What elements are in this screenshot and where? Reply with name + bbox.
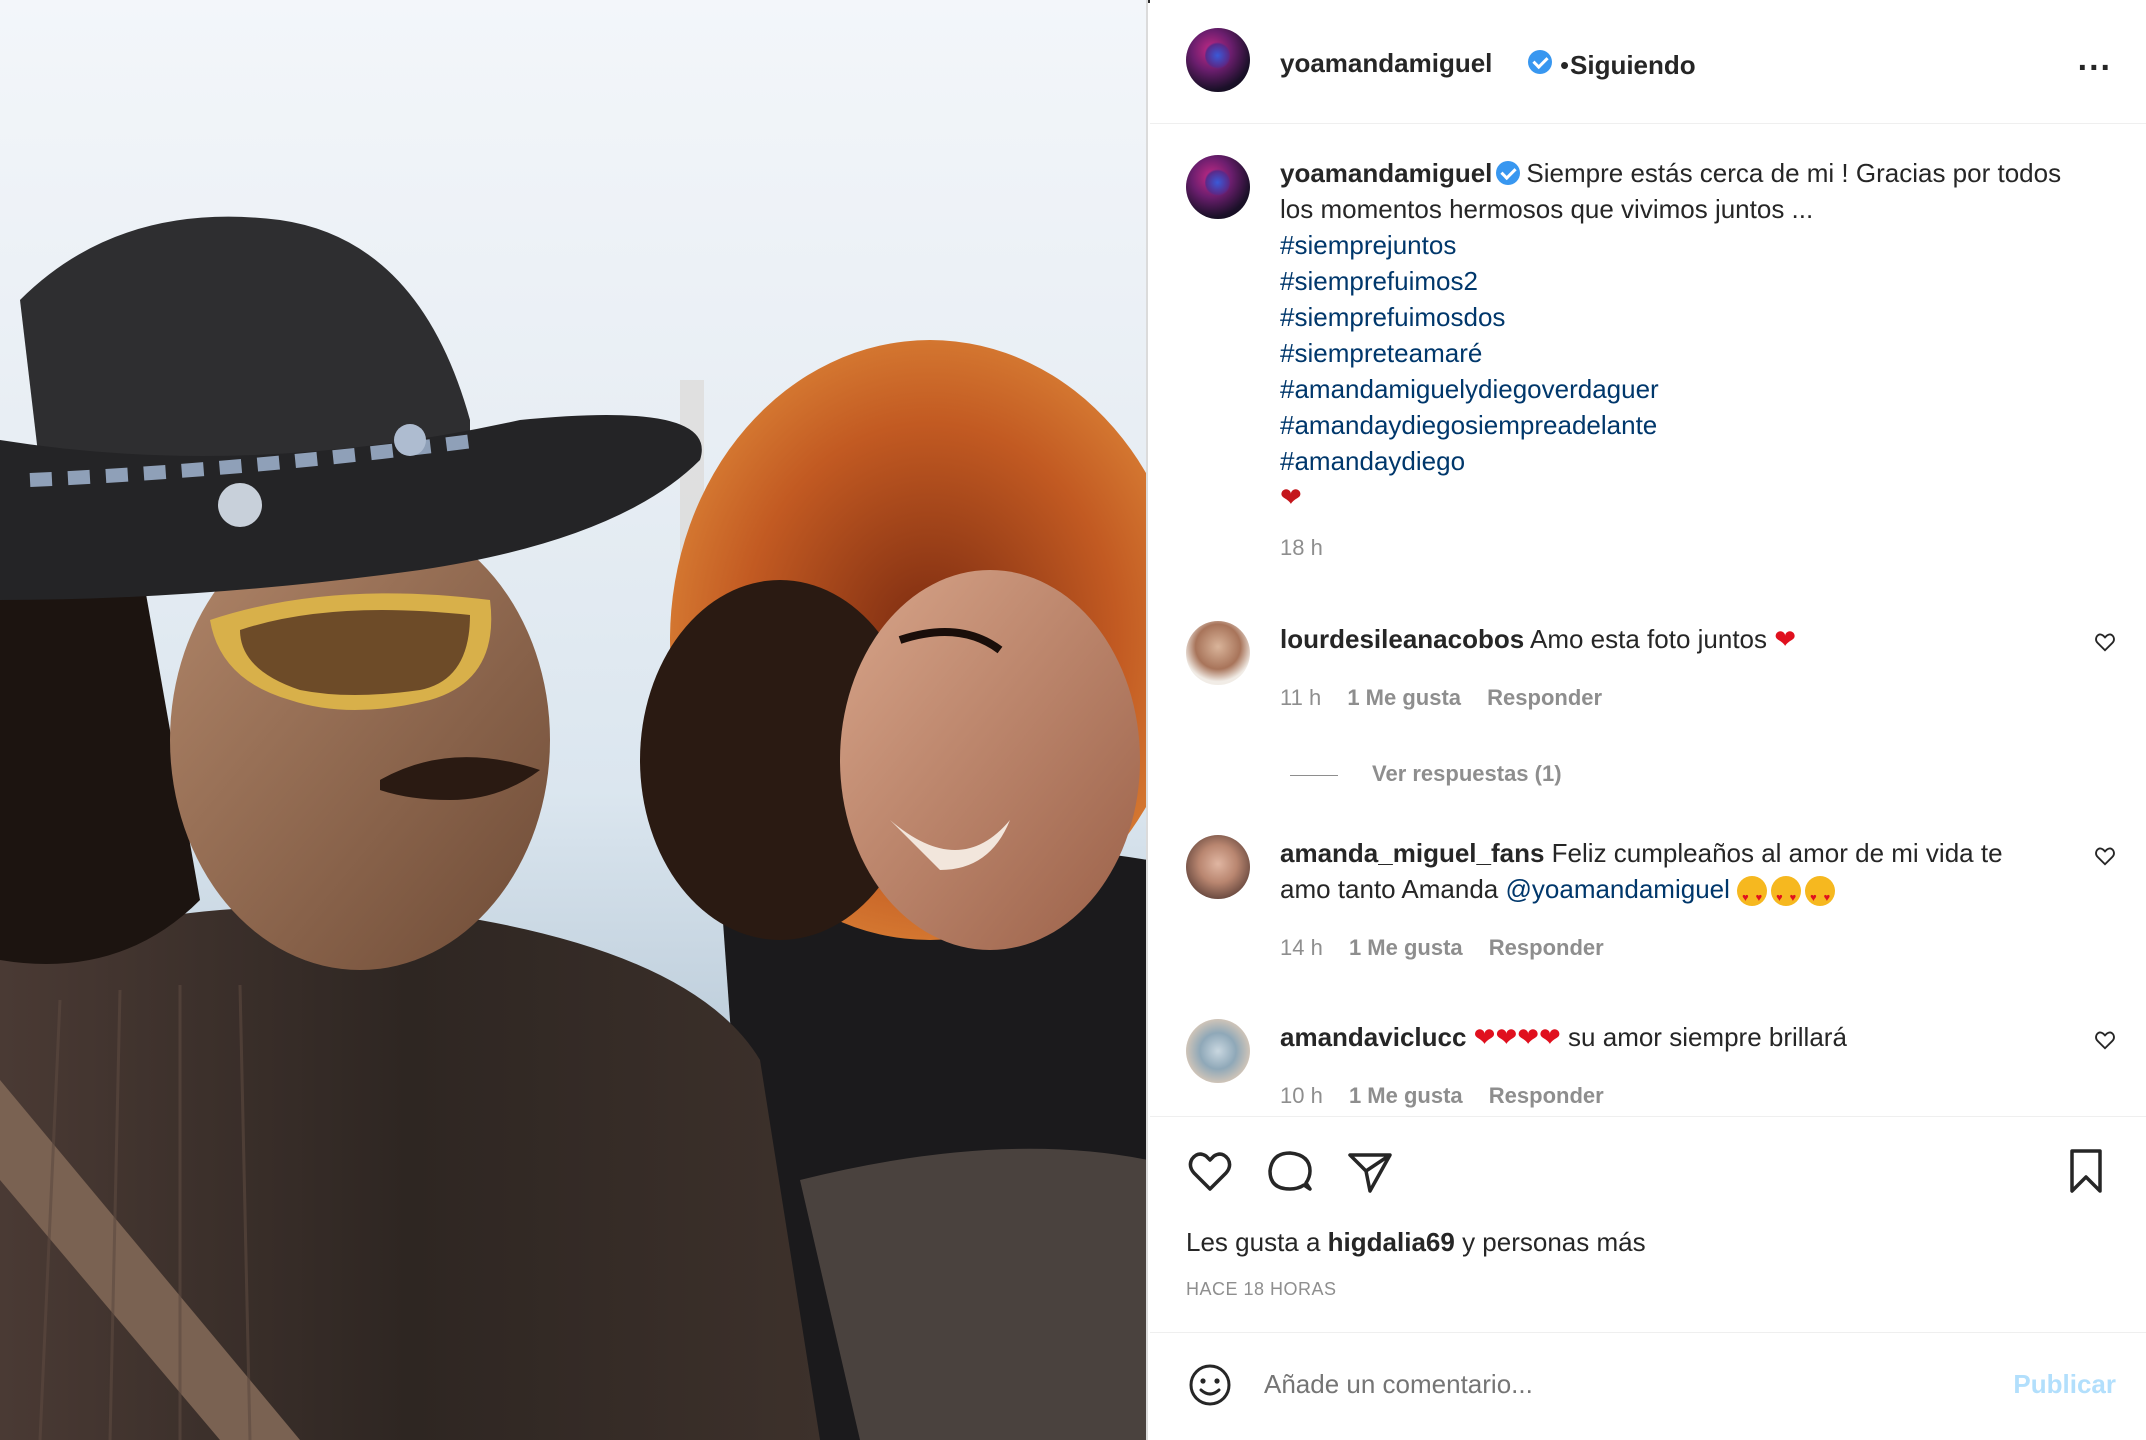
author-username[interactable]: yoamandamiguel	[1280, 48, 1492, 79]
comment-likes[interactable]: 1 Me gusta	[1349, 1083, 1463, 1108]
reply-button[interactable]: Responder	[1489, 1083, 1604, 1108]
comment-meta: 10 h 1 Me gusta Responder	[1280, 1083, 1624, 1109]
hashtag-link[interactable]: #siemprejuntos	[1280, 227, 2080, 263]
mention-link[interactable]: @yoamandamiguel	[1506, 874, 1730, 904]
caption-text-block: yoamandamiguel Siempre estás cerca de mi …	[1280, 155, 2080, 515]
heart-emoji-icon: ❤	[1280, 482, 1302, 512]
reply-button[interactable]: Responder	[1489, 935, 1604, 960]
hashtag-link[interactable]: #siempreteamaré	[1280, 335, 2080, 371]
hashtag-link[interactable]: #amandaydiego	[1280, 443, 2080, 479]
likes-user-link[interactable]: higdalia69	[1328, 1227, 1455, 1257]
hashtag-link[interactable]: #amandamiguelydiegoverdaguer	[1280, 371, 2080, 407]
comment-text-block: lourdesileanacobos Amo esta foto juntos …	[1280, 621, 2050, 657]
verified-badge-icon	[1528, 50, 1552, 74]
share-send-icon[interactable]	[1346, 1147, 1394, 1195]
comment-text: su amor siempre brillará	[1568, 1022, 1847, 1052]
heart-emoji-icon: ❤	[1774, 624, 1797, 654]
comment-timestamp[interactable]: 10 h	[1280, 1083, 1323, 1108]
comment-meta: 11 h 1 Me gusta Responder	[1280, 685, 1622, 711]
comment-meta: 14 h 1 Me gusta Responder	[1280, 935, 1624, 961]
heart-eyes-emoji-icon	[1805, 876, 1836, 916]
likes-suffix: y personas más	[1462, 1227, 1646, 1257]
comment-input[interactable]	[1264, 1369, 1864, 1400]
post-photo[interactable]	[0, 0, 1148, 1440]
comment-text: Amo esta foto juntos	[1529, 624, 1768, 654]
more-options-icon[interactable]: ...	[2078, 40, 2112, 79]
hearts-emoji-icon: ❤❤❤❤	[1473, 1022, 1561, 1052]
like-heart-icon[interactable]	[1186, 1147, 1234, 1195]
hashtag-link[interactable]: #siemprefuimos2	[1280, 263, 2080, 299]
reply-button[interactable]: Responder	[1487, 685, 1602, 710]
commenter-avatar[interactable]	[1186, 1019, 1250, 1083]
caption-username[interactable]: yoamandamiguel	[1280, 158, 1492, 188]
photo-illustration	[0, 216, 1146, 1440]
hashtag-link[interactable]: #siemprefuimosdos	[1280, 299, 2080, 335]
likes-summary[interactable]: Les gusta a higdalia69 y personas más	[1186, 1227, 1646, 1258]
hashtag-link[interactable]: #amandaydiegosiempreadelante	[1280, 407, 2080, 443]
like-comment-heart-icon[interactable]	[2094, 1029, 2116, 1051]
post-header: yoamandamiguel • Siguiendo ...	[1150, 0, 2146, 124]
view-replies-button[interactable]: Ver respuestas (1)	[1372, 761, 1562, 787]
post-actions: Les gusta a higdalia69 y personas más HA…	[1150, 1116, 2146, 1336]
post-time-ago[interactable]: HACE 18 HORAS	[1186, 1279, 1337, 1300]
comment-likes[interactable]: 1 Me gusta	[1349, 935, 1463, 960]
commenter-avatar[interactable]	[1186, 835, 1250, 899]
comment-timestamp[interactable]: 14 h	[1280, 935, 1323, 960]
caption-author-avatar[interactable]	[1186, 155, 1250, 219]
comments-section[interactable]: yoamandamiguel Siempre estás cerca de mi …	[1150, 125, 2146, 1115]
replies-divider	[1290, 775, 1338, 776]
heart-eyes-emoji-icon	[1771, 876, 1802, 916]
comment-timestamp[interactable]: 11 h	[1280, 685, 1321, 710]
emoji-picker-icon[interactable]	[1186, 1361, 1234, 1409]
comment-likes[interactable]: 1 Me gusta	[1347, 685, 1461, 710]
commenter-username[interactable]: amanda_miguel_fans	[1280, 838, 1544, 868]
heart-eyes-emoji-icon	[1737, 876, 1768, 916]
commenter-username[interactable]: lourdesileanacobos	[1280, 624, 1524, 654]
comment-bubble-icon[interactable]	[1266, 1147, 1314, 1195]
separator-dot: •	[1560, 50, 1570, 80]
post-detail-panel: yoamandamiguel • Siguiendo ... yoamandam…	[1150, 0, 2146, 1440]
comment-text-block: amanda_miguel_fans Feliz cumpleaños al a…	[1280, 835, 2050, 916]
likes-prefix: Les gusta a	[1186, 1227, 1321, 1257]
publish-button[interactable]: Publicar	[2013, 1369, 2116, 1400]
commenter-avatar[interactable]	[1186, 621, 1250, 685]
commenter-username[interactable]: amandaviclucc	[1280, 1022, 1466, 1052]
add-comment-bar: Publicar	[1150, 1332, 2146, 1440]
caption-timestamp[interactable]: 18 h	[1280, 535, 1323, 561]
save-bookmark-icon[interactable]	[2062, 1147, 2110, 1195]
verified-badge-icon	[1496, 161, 1521, 186]
following-button[interactable]: Siguiendo	[1570, 50, 1696, 81]
like-comment-heart-icon[interactable]	[2094, 631, 2116, 653]
author-avatar[interactable]	[1186, 28, 1250, 92]
comment-text-block: amandaviclucc ❤❤❤❤ su amor siempre brill…	[1280, 1019, 2050, 1055]
like-comment-heart-icon[interactable]	[2094, 845, 2116, 867]
